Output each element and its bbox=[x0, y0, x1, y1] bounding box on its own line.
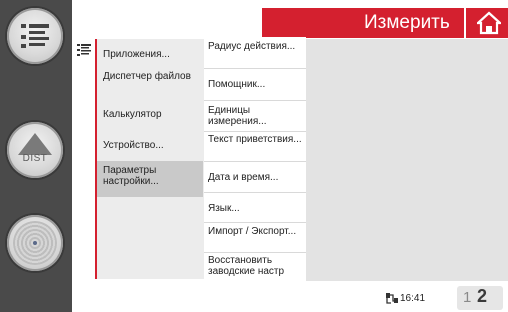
menu-item-settings[interactable]: Параметры настройки... bbox=[97, 161, 203, 197]
menu-list-icon bbox=[21, 24, 49, 48]
menu-button[interactable] bbox=[7, 8, 63, 64]
page-total: 2 bbox=[477, 286, 488, 306]
submenu-item-factory-reset[interactable]: Восстановить заводские настр bbox=[204, 253, 306, 281]
target-center-dot bbox=[33, 241, 37, 245]
connection-icon bbox=[386, 293, 398, 304]
content-area bbox=[306, 39, 508, 281]
page-title: Измерить bbox=[364, 12, 450, 33]
dist-icon bbox=[18, 133, 52, 155]
menu-item-calculator[interactable]: Калькулятор bbox=[103, 109, 201, 120]
submenu-item-date-time[interactable]: Дата и время... bbox=[204, 162, 306, 193]
submenu-item-language[interactable]: Язык... bbox=[204, 193, 306, 223]
target-button[interactable] bbox=[7, 215, 63, 271]
status-time: 16:41 bbox=[400, 293, 426, 304]
list-icon bbox=[77, 44, 91, 56]
submenu-item-assistant[interactable]: Помощник... bbox=[204, 69, 306, 101]
menu-item-applications[interactable]: Приложения... bbox=[103, 49, 201, 60]
dist-label: DIST bbox=[22, 153, 48, 164]
home-button[interactable] bbox=[464, 8, 508, 38]
header-bar: Измерить bbox=[262, 8, 508, 38]
submenu-item-range[interactable]: Радиус действия... bbox=[204, 37, 306, 69]
settings-submenu: Радиус действия... Помощник... Единицы и… bbox=[204, 37, 306, 279]
sidebar: DIST bbox=[0, 0, 72, 312]
main-menu: Приложения... Диспетчер файлов Калькулят… bbox=[95, 39, 205, 279]
home-icon bbox=[477, 11, 501, 35]
submenu-item-welcome-text[interactable]: Текст приветствия... bbox=[204, 132, 306, 162]
submenu-item-import-export[interactable]: Импорт / Экспорт... bbox=[204, 223, 306, 253]
dist-button[interactable]: DIST bbox=[7, 122, 63, 178]
menu-item-device[interactable]: Устройство... bbox=[103, 140, 201, 151]
menu-item-file-manager[interactable]: Диспетчер файлов bbox=[103, 71, 201, 82]
submenu-item-units[interactable]: Единицы измерения... bbox=[204, 101, 306, 132]
page-current: 1 bbox=[463, 289, 472, 306]
page-indicator[interactable]: 1 2 bbox=[457, 286, 503, 310]
